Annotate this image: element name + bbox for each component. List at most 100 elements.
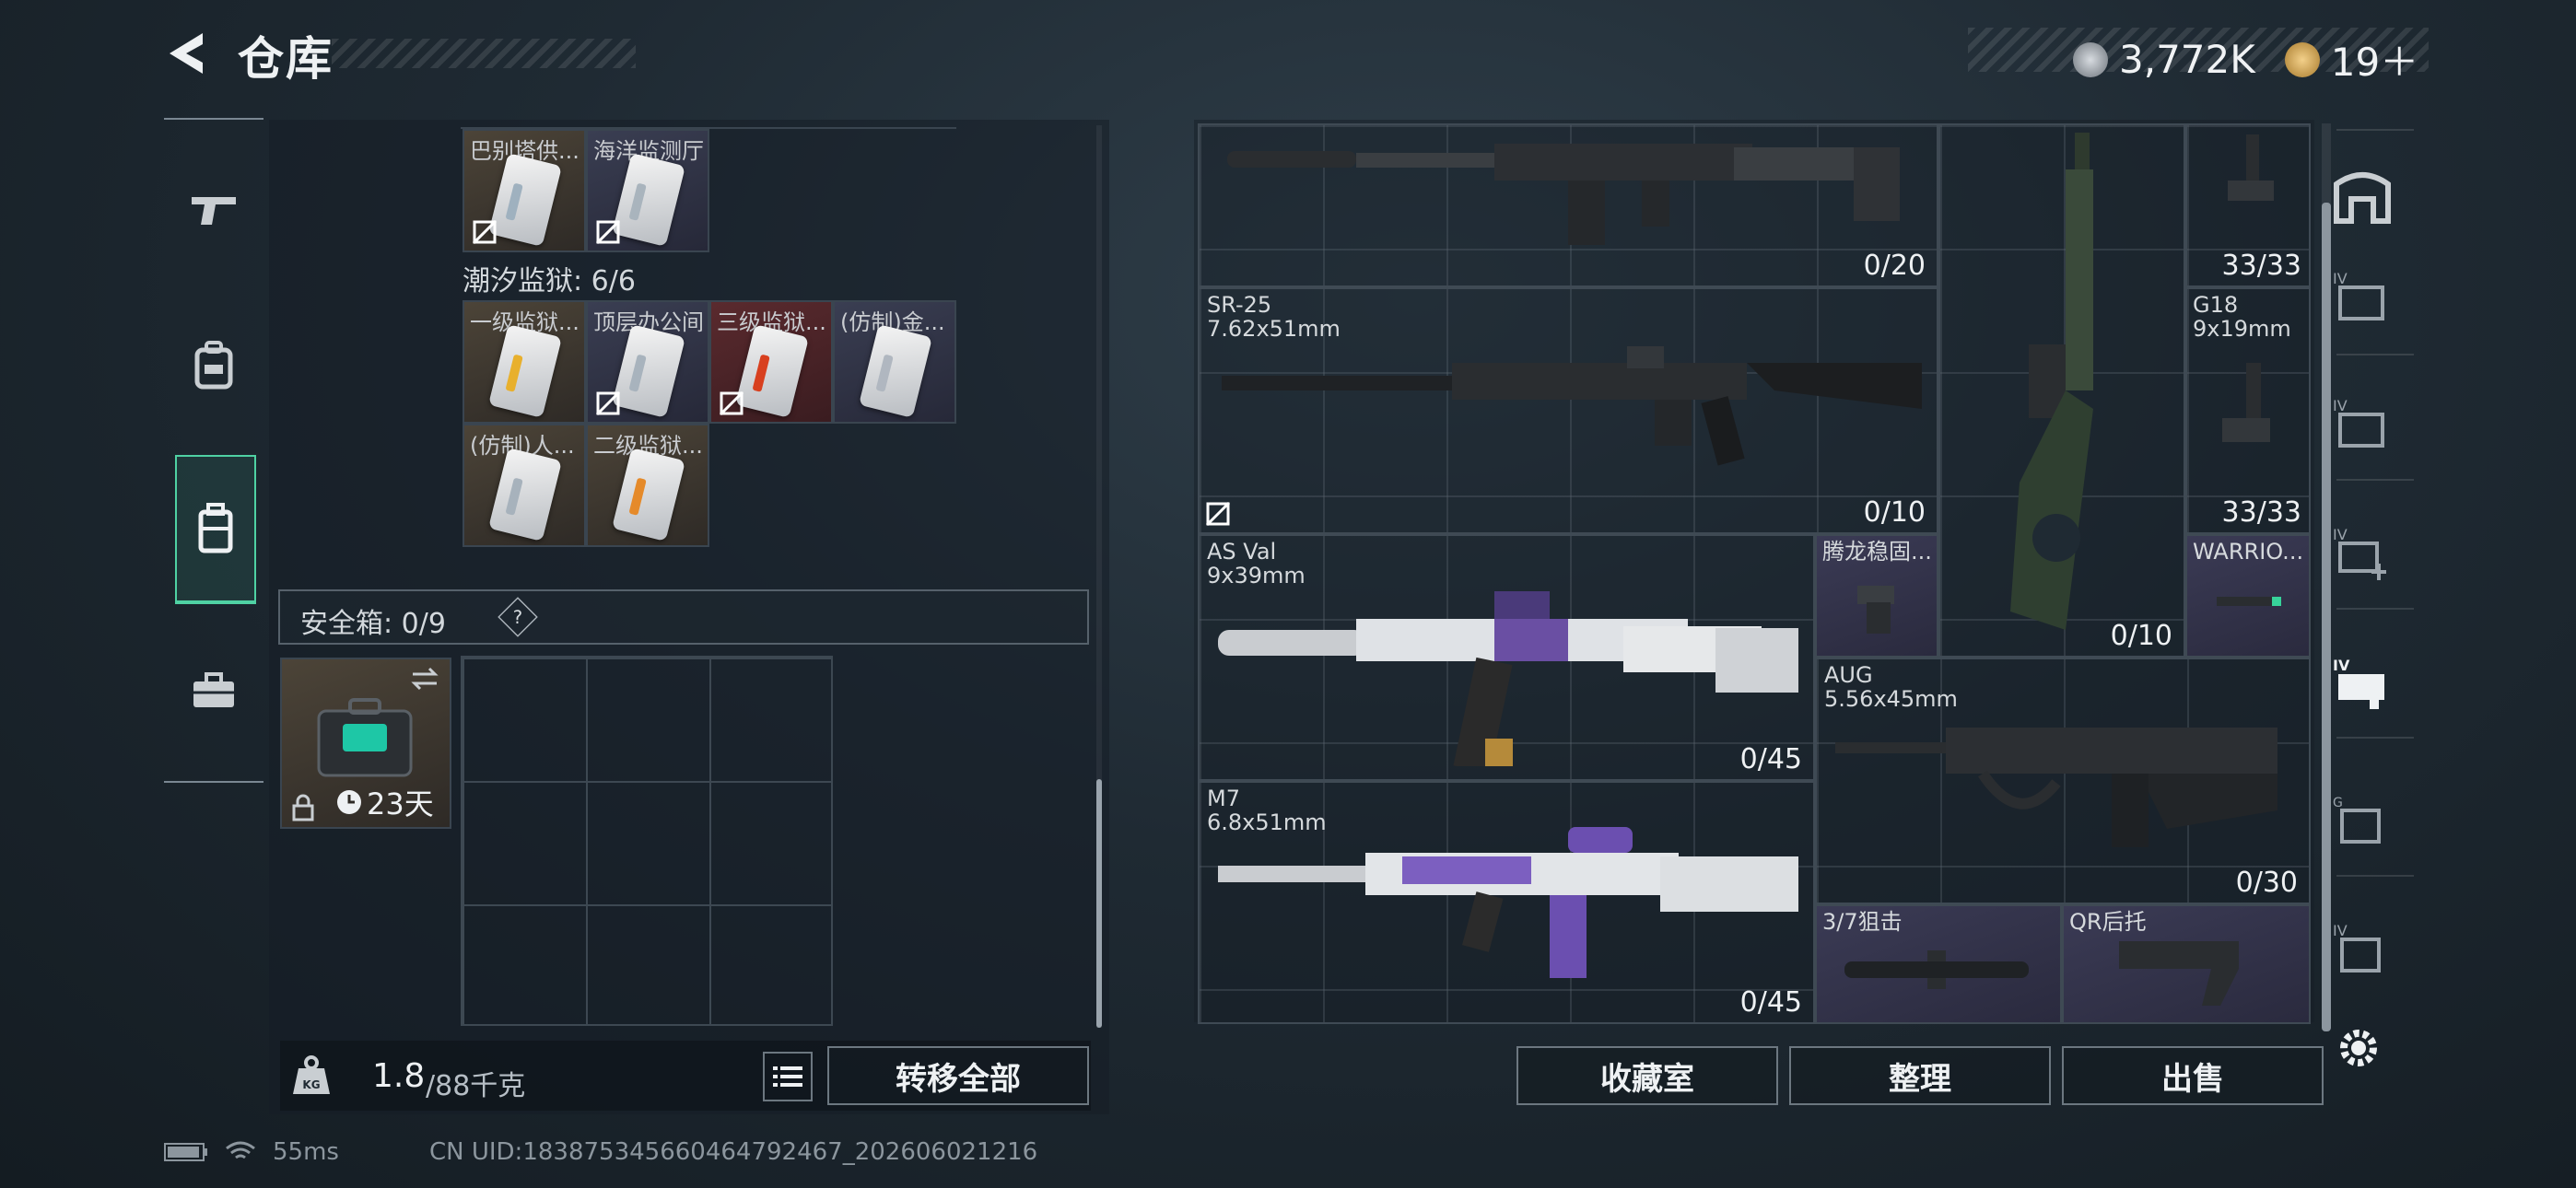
ammo-count: 0/10 (1863, 496, 1926, 529)
filter-folder-4b[interactable]: IV (2333, 394, 2392, 453)
currency-gold[interactable]: 19＋ (2331, 31, 2418, 87)
right-nav-divider (2336, 479, 2414, 481)
nav-storage[interactable] (175, 455, 256, 604)
accessory-name: 腾龙稳固... (1822, 539, 1932, 565)
nav-weapons[interactable] (175, 162, 252, 254)
filter-all[interactable] (2333, 166, 2392, 225)
scrollbar[interactable] (1096, 779, 1102, 1028)
accessory-slot[interactable]: 腾龙稳固... (1815, 534, 1938, 658)
safebox-grid[interactable] (461, 656, 833, 1026)
right-nav-divider (2336, 875, 2414, 877)
organize-button[interactable]: 整理 (1789, 1046, 2051, 1105)
weapon-slot[interactable]: 0/20 (1198, 123, 1938, 287)
keycard-icon (488, 448, 562, 542)
help-glyph: ? (512, 606, 523, 628)
safe-case-icon (317, 698, 413, 777)
keycard-icon (488, 153, 562, 247)
weapon-slot[interactable]: AUG 5.56x45mm 0/30 (1815, 658, 2311, 904)
pistol-icon (192, 197, 236, 225)
gold-coin-icon (2284, 41, 2320, 77)
accessory-name: QR后托 (2069, 909, 2147, 935)
back-arrow-icon (170, 33, 203, 74)
svg-text:IV: IV (2333, 397, 2348, 414)
filter-g[interactable]: G (2333, 790, 2392, 849)
no-transfer-icon (472, 219, 498, 245)
weapon-case-icon: IV (2333, 657, 2384, 709)
nav-divider-bottom (164, 781, 263, 783)
weapon-name: AS Val (1207, 539, 1277, 565)
weapon-slot[interactable]: 0/10 (1938, 123, 2185, 658)
help-button[interactable]: ? (498, 597, 538, 637)
filter-medical[interactable]: IV (2333, 523, 2392, 582)
weapon-slot[interactable]: SR-25 7.62x51mm 0/10 (1198, 287, 1938, 534)
item-slot[interactable]: (仿制)人... (463, 424, 586, 547)
filter-weapons[interactable]: IV (2333, 654, 2392, 713)
ammo-count: 33/33 (2221, 250, 2301, 282)
weight-value: 1.8 (372, 1057, 426, 1095)
weapon-caliber: 5.56x45mm (1824, 686, 1958, 712)
collection-button[interactable]: 收藏室 (1516, 1046, 1778, 1105)
svg-text:IV: IV (2333, 657, 2350, 674)
flashlight-icon (2217, 597, 2281, 606)
settings-button[interactable] (2333, 1022, 2392, 1081)
weapon-name: AUG (1824, 662, 1873, 688)
pistol-icon (2222, 363, 2270, 442)
filter-folder-4[interactable]: IV (2333, 267, 2392, 326)
item-slot[interactable]: 二级监狱... (586, 424, 709, 547)
weapon-slot[interactable]: AS Val 9x39mm 0/45 (1198, 534, 1815, 781)
keycard-icon (735, 324, 809, 418)
rifle-icon (1218, 827, 1798, 978)
safebox-label: 安全箱: 0/9 (300, 608, 446, 640)
rifle-icon (1835, 728, 2277, 847)
back-button[interactable] (162, 28, 214, 79)
svg-text:IV: IV (2333, 270, 2348, 287)
list-view-button[interactable] (763, 1052, 813, 1101)
accessory-slot[interactable]: WARRIO... (2185, 534, 2311, 658)
rifle-icon (1227, 144, 1900, 245)
safe-case-slot[interactable]: 23天 (280, 658, 451, 829)
weapon-name: M7 (1207, 786, 1240, 811)
case-timer-text: 23天 (367, 786, 434, 821)
nav-divider-top (164, 118, 263, 120)
battery-icon (164, 1143, 207, 1161)
case-timer: 23天 (335, 781, 434, 823)
right-nav-divider (2336, 737, 2414, 739)
section-title: 潮汐监狱: 6/6 (463, 265, 636, 297)
filter-box-4[interactable]: IV (2333, 919, 2392, 978)
accessory-slot[interactable]: 3/7狙击 (1815, 904, 2062, 1024)
weapon-slot[interactable]: 33/33 (2185, 123, 2311, 287)
item-slot[interactable]: 一级监狱... (463, 300, 586, 424)
swap-icon[interactable] (409, 667, 440, 691)
item-slot[interactable]: 顶层办公间 (586, 300, 709, 424)
medkit-icon: IV (2333, 526, 2386, 580)
case-icon (198, 503, 233, 553)
silver-coin-icon (2073, 41, 2108, 77)
item-slot[interactable]: (仿制)金... (833, 300, 956, 424)
weapon-slot[interactable]: G18 9x19mm 33/33 (2185, 287, 2311, 534)
keycard-icon (612, 153, 685, 247)
item-slot[interactable]: 巴别塔供... (463, 129, 586, 252)
ping-text: 55ms (273, 1138, 339, 1166)
ammo-count: 0/10 (2110, 620, 2172, 652)
transfer-all-button[interactable]: 转移全部 (827, 1046, 1089, 1105)
svg-text:IV: IV (2333, 922, 2348, 939)
no-transfer-icon (595, 390, 621, 416)
list-icon (773, 1066, 802, 1087)
right-scrollbar[interactable] (2322, 203, 2331, 1031)
nav-gear[interactable] (175, 319, 252, 411)
keycard-icon (488, 324, 562, 418)
accessory-slot[interactable]: QR后托 (2062, 904, 2311, 1024)
right-nav-divider (2336, 354, 2414, 355)
uid-text: CN UID:18387534566046479246​7_2026060212… (428, 1138, 1038, 1166)
weapon-slot[interactable]: M7 6.8x51mm 0/45 (1198, 781, 1815, 1024)
item-slot[interactable]: 三级监狱... (709, 300, 833, 424)
title-stripe (332, 39, 636, 68)
grip-icon (1857, 586, 1894, 634)
ammo-count: 0/30 (2235, 867, 2298, 899)
item-slot[interactable]: 海洋监测厅 (586, 129, 709, 252)
nav-toolbox[interactable] (175, 645, 252, 737)
sell-button[interactable]: 出售 (2062, 1046, 2324, 1105)
scope-icon (1844, 950, 2029, 989)
toolbox-icon (193, 672, 234, 707)
weapon-name: SR-25 (1207, 292, 1272, 318)
